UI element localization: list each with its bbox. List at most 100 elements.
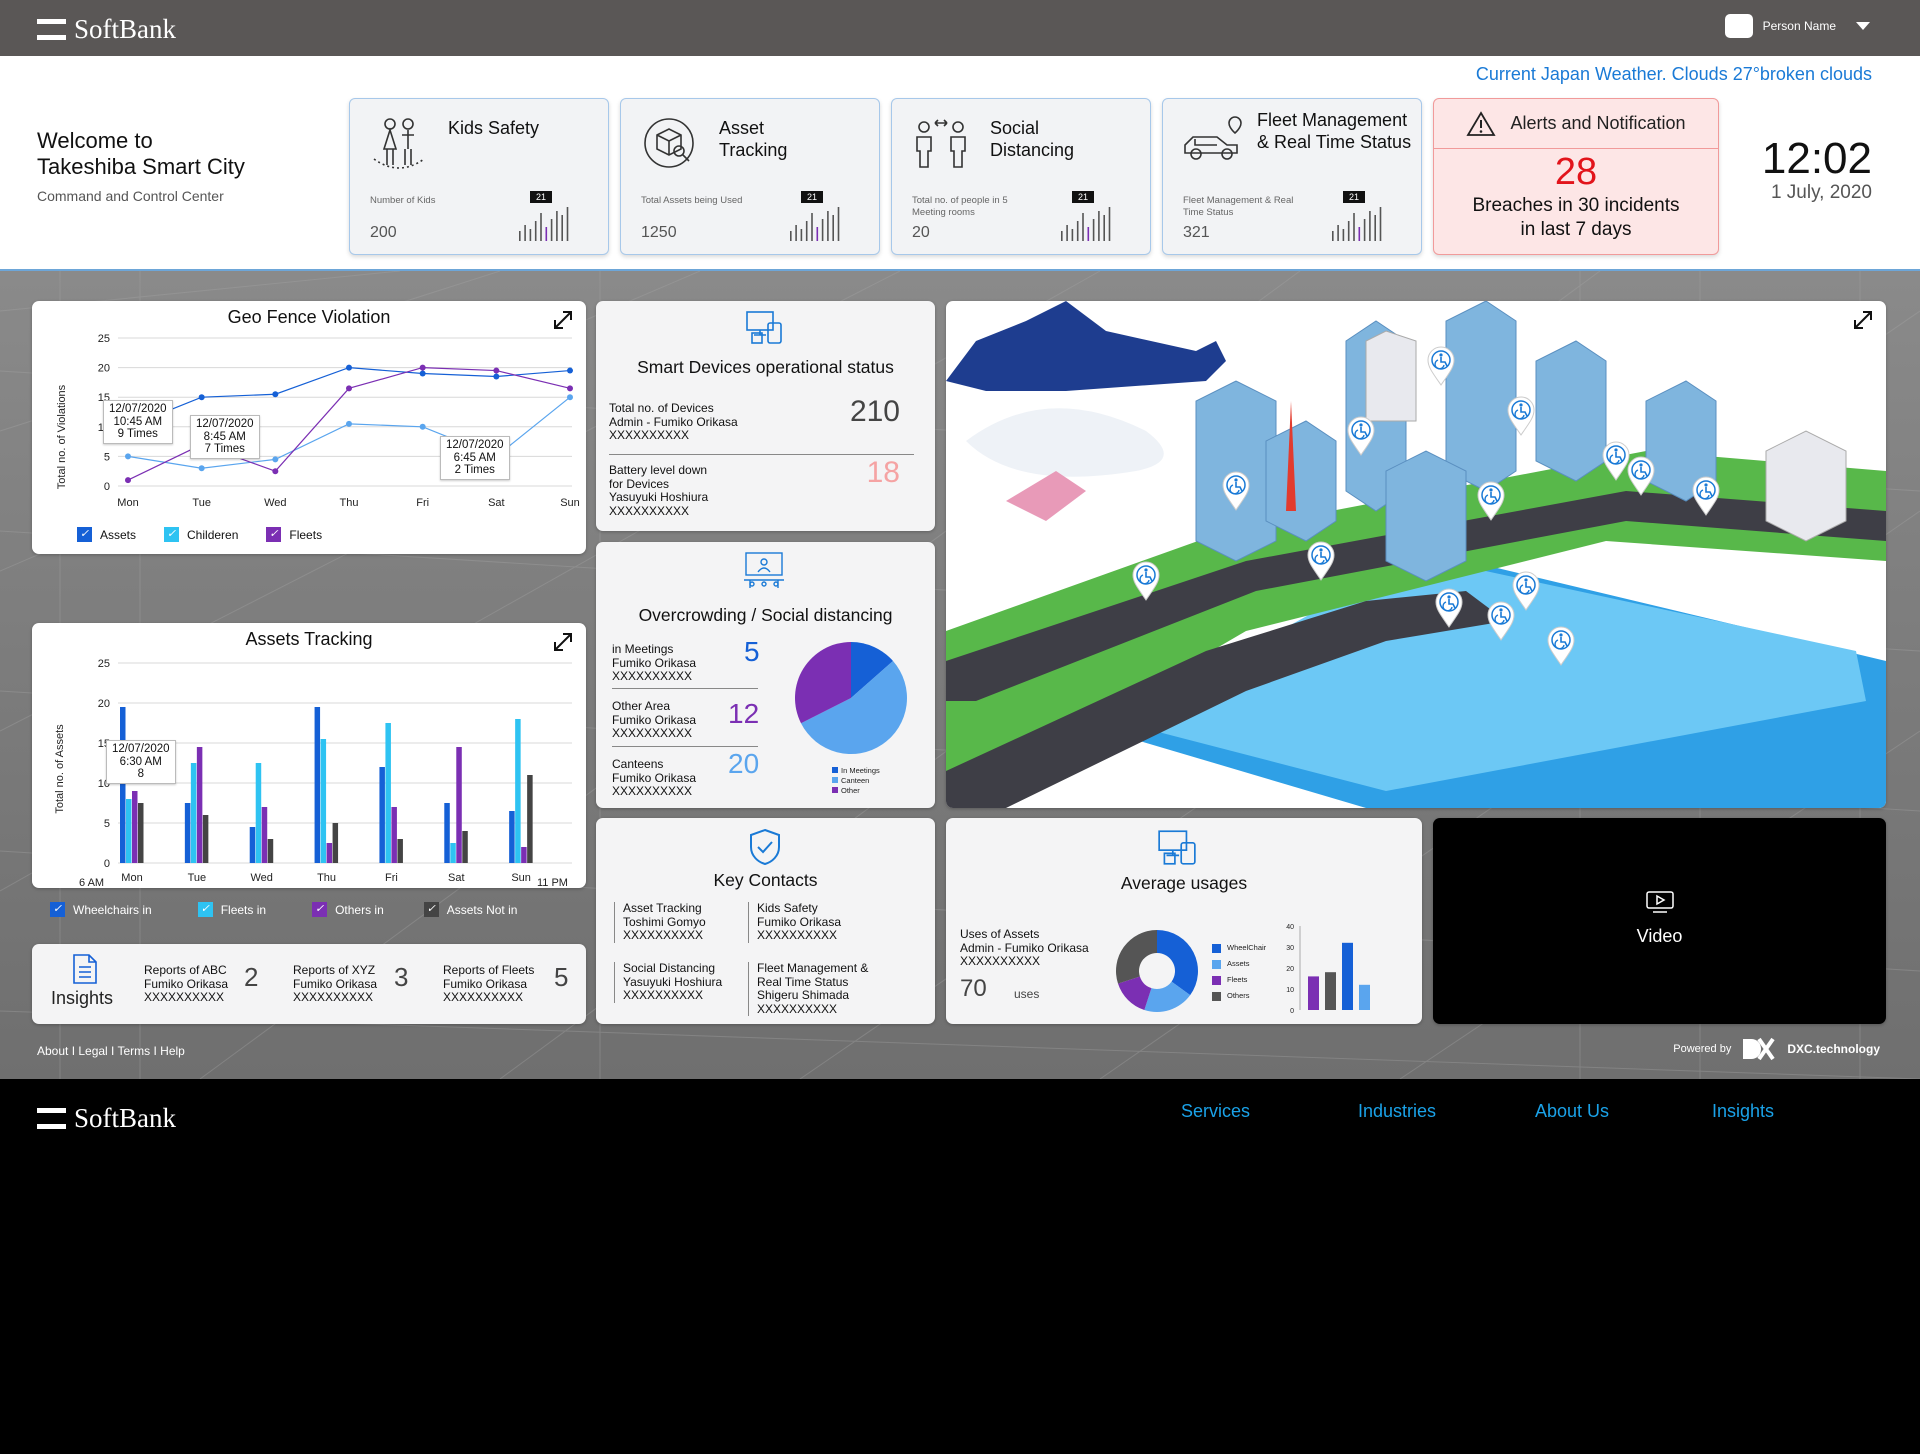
- wheelchair-pin-icon[interactable]: [1131, 561, 1161, 601]
- tooltip-value: 7 Times: [204, 443, 245, 455]
- legend-item[interactable]: ✓ Fleets in: [197, 902, 266, 917]
- insight-item[interactable]: Reports of ABC Fumiko Orikasa XXXXXXXXXX: [144, 963, 228, 1005]
- footer-nav-services[interactable]: Services: [1181, 1101, 1250, 1122]
- kpi-value: 1250: [641, 224, 677, 241]
- wheelchair-pin-icon[interactable]: [1691, 476, 1721, 516]
- contact-item[interactable]: Kids Safety Fumiko Orikasa XXXXXXXXXX: [748, 901, 841, 943]
- wheelchair-pin-icon[interactable]: [1506, 396, 1536, 436]
- bar: [120, 707, 126, 863]
- footer-nav-industries[interactable]: Industries: [1358, 1101, 1436, 1122]
- wheelchair-pin-icon[interactable]: [1434, 588, 1464, 628]
- wheelchair-pin-icon[interactable]: [1306, 541, 1336, 581]
- crowd-label: in Meetings: [612, 642, 674, 656]
- data-point: [493, 367, 500, 374]
- car-icon: [1184, 116, 1242, 160]
- x-tick-label: Tue: [188, 872, 207, 884]
- legend-item: WheelChair: [1212, 940, 1266, 956]
- contact-name: Yasuyuki Hoshiura: [623, 974, 723, 989]
- wheelchair-pin-icon[interactable]: [1346, 416, 1376, 456]
- legend-item[interactable]: ✓ Assets: [77, 527, 136, 542]
- kpi-title-2: & Real Time Status: [1257, 132, 1412, 152]
- smart-city-map[interactable]: [946, 301, 1886, 808]
- wheelchair-pin-icon[interactable]: [1601, 441, 1631, 481]
- sparkline-bar: [540, 213, 542, 241]
- softbank-logo[interactable]: SoftBank: [37, 14, 176, 45]
- average-usages-card: Average usages Uses of Assets Admin - Fum…: [946, 818, 1422, 1024]
- insights-card: Insights Reports of ABC Fumiko Orikasa XXX…: [32, 944, 586, 1024]
- welcome-block: Welcome to Takeshiba Smart City Command …: [37, 128, 245, 204]
- bar: [385, 723, 391, 863]
- kpi-card-social-distancing[interactable]: Social Distancing Total no. of people in …: [891, 98, 1151, 255]
- data-point: [567, 385, 573, 392]
- key-contacts-card: Key Contacts Asset Tracking Toshimi Gomyo…: [596, 818, 935, 1024]
- video-icon[interactable]: [1645, 890, 1675, 914]
- x-tick-label: Sat: [488, 497, 505, 509]
- sparkline-bar: [827, 211, 829, 241]
- footer-softbank-logo[interactable]: SoftBank: [37, 1103, 176, 1134]
- bar: [190, 763, 197, 863]
- kpi-card-fleet-management[interactable]: Fleet Management & Real Time Status Fleet…: [1162, 98, 1422, 255]
- alerts-card[interactable]: Alerts and Notification 28 Breaches in 3…: [1433, 98, 1719, 255]
- average-usages-title: Average usages: [1120, 873, 1248, 893]
- checkbox-icon[interactable]: ✓: [50, 902, 65, 917]
- expand-icon[interactable]: [1852, 309, 1874, 331]
- checkbox-icon[interactable]: ✓: [197, 902, 213, 917]
- wheelchair-pin-icon[interactable]: [1511, 571, 1541, 611]
- contact-item[interactable]: Social Distancing Yasuyuki Hoshiura XXXXXX…: [614, 961, 723, 1003]
- bar: [126, 799, 132, 863]
- weather-info[interactable]: Current Japan Weather. Clouds 27°broken …: [1476, 64, 1872, 85]
- bar: [509, 811, 515, 863]
- video-panel[interactable]: Video: [1433, 818, 1886, 1024]
- kpi-card-kids-safety[interactable]: Kids Safety Number of Kids 200 21: [349, 98, 609, 255]
- device-battery-value: 18: [866, 456, 900, 489]
- footer-nav-insights[interactable]: Insights: [1712, 1101, 1774, 1122]
- contact-item[interactable]: Fleet Management & Real Time Status Shiger…: [748, 961, 868, 1016]
- avatar[interactable]: [1724, 14, 1753, 38]
- checkbox-icon[interactable]: ✓: [77, 527, 92, 542]
- tooltip-date: 12/07/2020: [109, 403, 167, 415]
- smart-devices-card: Smart Devices operational status Total n…: [596, 301, 935, 531]
- user-menu[interactable]: Person Name: [1724, 14, 1870, 38]
- wheelchair-pin-icon[interactable]: [1476, 481, 1506, 521]
- contact-phone: XXXXXXXXXX: [623, 988, 704, 1002]
- insight-item[interactable]: Reports of XYZ Fumiko Orikasa XXXXXXXXXX: [293, 963, 377, 1005]
- wheelchair-pin-icon[interactable]: [1426, 346, 1456, 386]
- sparkline-bar: [1374, 215, 1376, 241]
- footer-nav-about-us[interactable]: About Us: [1535, 1101, 1609, 1122]
- crowd-phone: XXXXXXXXXX: [612, 726, 693, 740]
- legend-item[interactable]: ✓ Wheelchairs in: [50, 902, 152, 917]
- bar: [202, 815, 209, 863]
- sparkline-bar: [816, 227, 819, 241]
- device-phone: XXXXXXXXXX: [609, 503, 690, 518]
- checkbox-icon[interactable]: ✓: [266, 527, 282, 542]
- legend-item[interactable]: ✓ Assets Not in: [423, 902, 517, 917]
- usage-unit: uses: [1014, 987, 1040, 1001]
- legend-item: Assets: [1212, 956, 1266, 972]
- footer-links[interactable]: About I Legal I Terms I Help: [37, 1044, 185, 1058]
- pie-legend: In Meetings Canteen Other: [832, 766, 880, 796]
- devices-icon: [746, 311, 782, 344]
- user-name[interactable]: Person Name: [1763, 19, 1836, 33]
- contact-item[interactable]: Asset Tracking Toshimi Gomyo XXXXXXXXXX: [614, 901, 706, 943]
- wheelchair-pin-icon[interactable]: [1221, 471, 1251, 511]
- wheelchair-pin-icon[interactable]: [1546, 626, 1576, 666]
- sparkline-bar: [1092, 219, 1095, 241]
- device-total-value: 210: [849, 395, 900, 428]
- powered-by: Powered by DXC.technology: [1673, 1037, 1880, 1061]
- insight-item[interactable]: Reports of Fleets Fumiko Orikasa XXXXXXXXX…: [443, 963, 534, 1005]
- chevron-down-icon[interactable]: [1856, 22, 1870, 30]
- checkbox-icon[interactable]: ✓: [164, 527, 180, 542]
- data-point: [346, 364, 352, 371]
- checkbox-icon[interactable]: ✓: [423, 902, 439, 917]
- clock-date: 1 July, 2020: [1770, 182, 1872, 203]
- data-point: [346, 420, 352, 427]
- legend-item[interactable]: ✓ Others in: [312, 902, 384, 917]
- kpi-card-asset-tracking[interactable]: Asset Tracking Total Assets being Used 12…: [620, 98, 880, 255]
- kpi-title: Social: [990, 118, 1040, 138]
- bar: [462, 831, 468, 863]
- x-tick-label: Fri: [385, 872, 398, 884]
- checkbox-icon[interactable]: ✓: [312, 902, 328, 917]
- legend-item[interactable]: ✓ Fleets: [266, 527, 322, 542]
- legend-item[interactable]: ✓ Childeren: [164, 527, 238, 542]
- data-point: [272, 391, 279, 398]
